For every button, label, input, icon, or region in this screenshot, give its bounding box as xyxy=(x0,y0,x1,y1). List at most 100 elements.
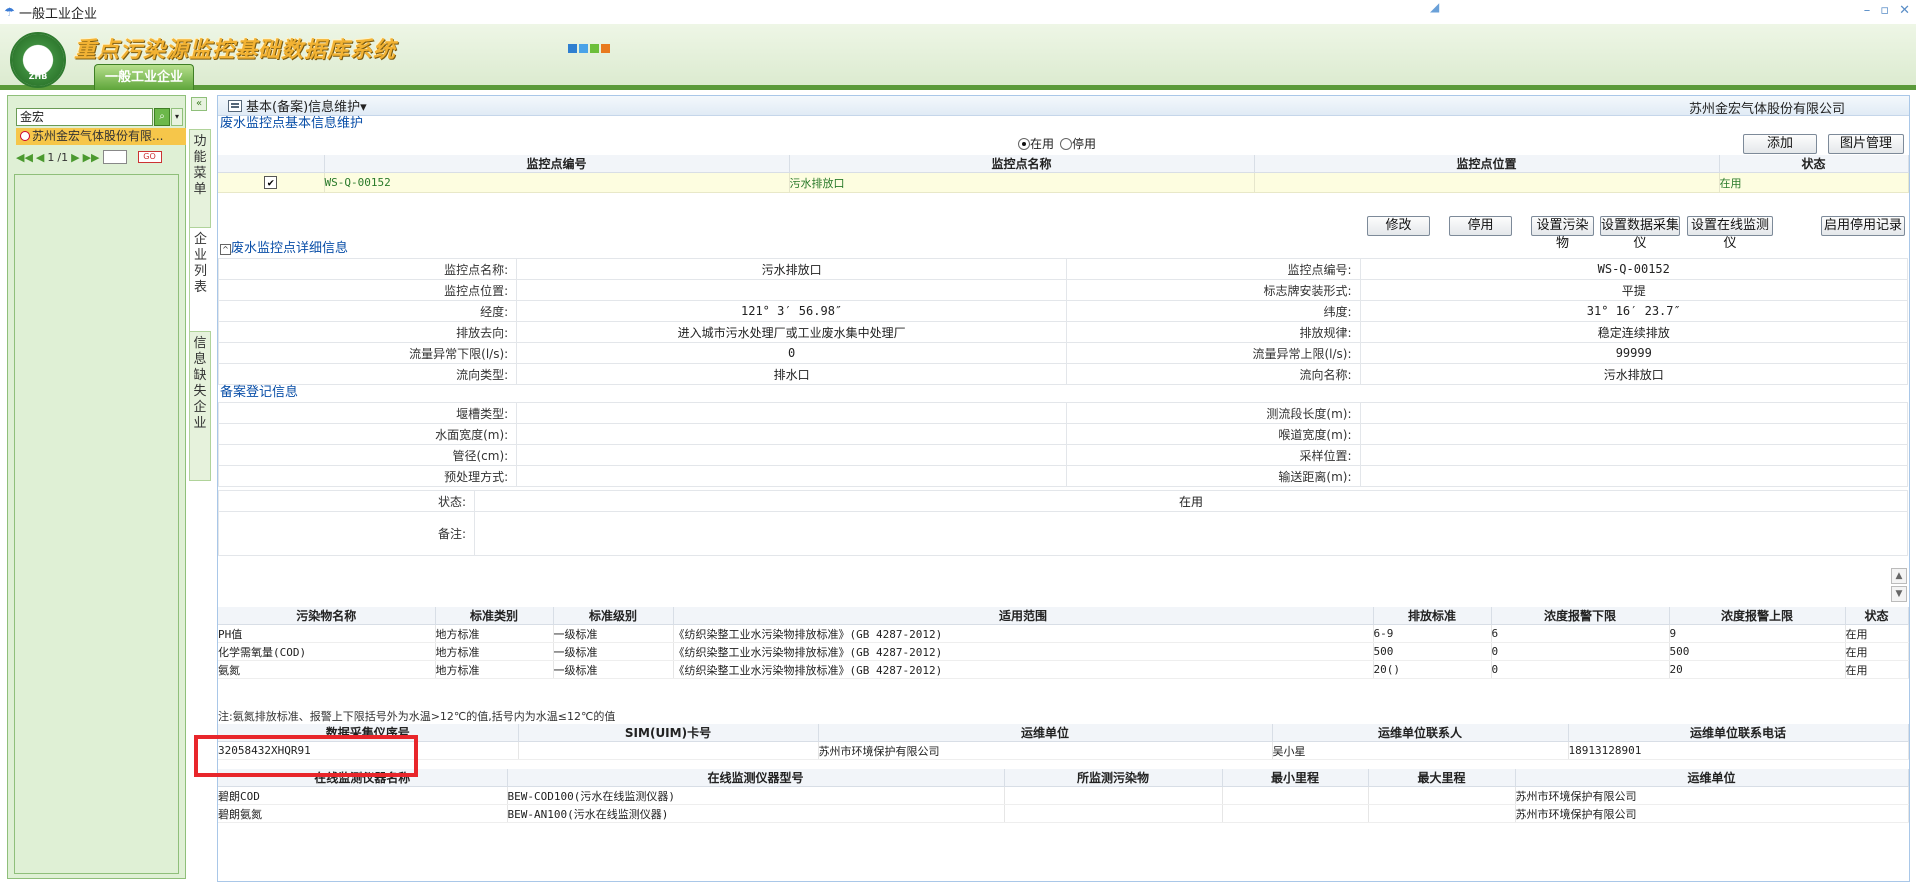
radio-label: 停用 xyxy=(1072,137,1097,151)
column-header xyxy=(218,155,325,173)
field-label: 测流段长度(m): xyxy=(1065,402,1361,424)
tab-general-industry[interactable]: 一般工业企业 xyxy=(94,64,194,90)
tab-function-menu[interactable]: 功能菜单 xyxy=(189,129,211,237)
table-row: 水面宽度(m): 喉道宽度(m): xyxy=(218,423,1909,445)
search-icon[interactable]: ⌕ xyxy=(154,108,170,126)
cell: 500 xyxy=(1373,642,1492,661)
field-value xyxy=(516,444,1067,466)
cell: WS-Q-00152 xyxy=(324,172,790,193)
decoration-icon: ◢ xyxy=(1430,0,1440,14)
cell: 在用 xyxy=(1845,642,1909,661)
radio-icon xyxy=(1018,138,1030,150)
radio-inactive[interactable]: 停用 xyxy=(1060,135,1096,152)
row-checkbox[interactable]: ✔ xyxy=(264,176,278,189)
tab-missing-info-companies[interactable]: 信息缺失企业 xyxy=(189,331,211,481)
collapse-icon[interactable]: « xyxy=(191,97,207,111)
scroll-down-icon[interactable]: ▼ xyxy=(1891,586,1907,602)
field-label: 排放规律: xyxy=(1065,321,1361,343)
column-header: 最大里程 xyxy=(1368,769,1516,787)
highlight-box xyxy=(194,735,418,777)
field-label: 监控点名称: xyxy=(218,258,518,280)
table-row[interactable]: 氨氮 地方标准 一级标准 《纺织染整工业水污染物排放标准》(GB 4287-2012)… xyxy=(218,660,1909,679)
cell xyxy=(1368,804,1516,823)
list-item[interactable]: 苏州金宏气体股份有限... xyxy=(16,128,186,145)
tab-label: 功能菜单 xyxy=(193,134,207,197)
company-search-input[interactable]: 金宏 xyxy=(16,108,153,126)
cell: 地方标准 xyxy=(435,624,554,643)
main-header-title[interactable]: 基本(备案)信息维护▾ xyxy=(246,96,367,115)
field-label: 经度: xyxy=(218,300,518,322)
column-header: 适用范围 xyxy=(673,607,1374,625)
column-header: 浓度报警上限 xyxy=(1669,607,1846,625)
field-label: 预处理方式: xyxy=(218,465,518,487)
detail-title[interactable]: ^ 废水监控点详细信息 xyxy=(218,241,348,257)
restore-icon[interactable]: ▫ xyxy=(1880,3,1889,18)
page-number-input[interactable] xyxy=(102,150,127,164)
skin-swatch[interactable] xyxy=(568,44,577,53)
main-header: 基本(备案)信息维护▾ 苏州金宏气体股份有限公司 xyxy=(218,96,1909,117)
set-pollutant-button[interactable]: 设置污染物 xyxy=(1531,216,1594,251)
collapse-icon[interactable]: ^ xyxy=(220,244,231,255)
cell: 污水排放口 xyxy=(789,172,1255,193)
main-panel: 基本(备案)信息维护▾ 苏州金宏气体股份有限公司 废水监控点基本信息维护 在用 … xyxy=(217,95,1910,882)
field-value: 31° 16′ 23.7″ xyxy=(1359,300,1909,322)
next-page-icon[interactable]: ▶ xyxy=(71,151,79,164)
cell: 碧朗氨氮 xyxy=(218,804,508,823)
skin-swatch[interactable] xyxy=(579,44,588,53)
cell xyxy=(1004,804,1223,823)
minimize-icon[interactable]: – xyxy=(1864,3,1871,18)
table-row: 监控点位置: 标志牌安装形式: 平提 xyxy=(218,279,1909,301)
add-button[interactable]: 添加 xyxy=(1743,134,1817,154)
column-header: 运维单位联系人 xyxy=(1272,724,1569,742)
app-icon: ☂ xyxy=(4,5,15,19)
cell: 《纺织染整工业水污染物排放标准》(GB 4287-2012) xyxy=(673,624,1374,643)
chevron-down-icon[interactable]: ▾ xyxy=(171,108,183,126)
skin-swatch[interactable] xyxy=(590,44,599,53)
last-page-icon[interactable]: ▶▶ xyxy=(83,151,100,164)
skin-selector[interactable] xyxy=(568,44,610,53)
column-header: 浓度报警下限 xyxy=(1491,607,1670,625)
table-row[interactable]: 碧朗COD BEW-COD100(污水在线监测仪器) 苏州市环境保护有限公司 xyxy=(218,786,1909,805)
field-value: 污水排放口 xyxy=(1359,363,1909,385)
table-row[interactable]: PH值 地方标准 一级标准 《纺织染整工业水污染物排放标准》(GB 4287-2012… xyxy=(218,624,1909,643)
field-value: 0 xyxy=(516,342,1067,364)
remark-textarea[interactable] xyxy=(474,511,1908,556)
field-value xyxy=(1359,444,1909,466)
status-label: 状态: xyxy=(218,490,475,512)
radio-active[interactable]: 在用 xyxy=(1018,135,1054,152)
column-header: 最小里程 xyxy=(1222,769,1369,787)
table-row: 排放去向: 进入城市污水处理厂或工业废水集中处理厂 排放规律: 稳定连续排放 xyxy=(218,321,1909,343)
cell: 苏州市环境保护有限公司 xyxy=(818,741,1273,760)
edit-button[interactable]: 修改 xyxy=(1367,216,1430,236)
set-collector-button[interactable]: 设置数据采集仪 xyxy=(1600,216,1680,251)
disable-button[interactable]: 停用 xyxy=(1449,216,1512,236)
close-icon[interactable]: ✕ xyxy=(1899,3,1910,18)
tab-company-list[interactable]: 企业列表 xyxy=(189,227,211,337)
enable-disable-log-button[interactable]: 启用停用记录 xyxy=(1821,216,1905,236)
field-value: 稳定连续排放 xyxy=(1359,321,1909,343)
scroll-up-icon[interactable]: ▲ xyxy=(1891,568,1907,584)
cell xyxy=(1368,786,1516,805)
table-row[interactable]: 化学需氧量(COD) 地方标准 一级标准 《纺织染整工业水污染物排放标准》(GB 42… xyxy=(218,642,1909,661)
field-label: 监控点位置: xyxy=(218,279,518,301)
column-header: 状态 xyxy=(1719,155,1909,173)
first-page-icon[interactable]: ◀◀ xyxy=(16,151,33,164)
image-manage-button[interactable]: 图片管理 xyxy=(1828,134,1904,154)
table-row[interactable]: ✔ WS-Q-00152 污水排放口 在用 xyxy=(218,172,1909,193)
detail-title-text: 废水监控点详细信息 xyxy=(231,241,349,256)
table-row: 经度: 121° 3′ 56.98″ 纬度: 31° 16′ 23.7″ xyxy=(218,300,1909,322)
cell: 吴小星 xyxy=(1272,741,1569,760)
column-header: 标准级别 xyxy=(553,607,674,625)
cell: 9 xyxy=(1669,624,1846,643)
column-header: 运维单位 xyxy=(818,724,1273,742)
go-page-button[interactable]: GO xyxy=(137,151,162,163)
prev-page-icon[interactable]: ◀ xyxy=(36,151,44,164)
list-item-label: 苏州金宏气体股份有限... xyxy=(32,129,164,143)
table-row[interactable]: 32058432XHQR91 苏州市环境保护有限公司 吴小星 18913128901 xyxy=(218,741,1909,760)
table-row[interactable]: 碧朗氨氮 BEW-AN100(污水在线监测仪器) 苏州市环境保护有限公司 xyxy=(218,804,1909,823)
table-header: 在线监测仪器名称 在线监测仪器型号 所监测污染物 最小里程 最大里程 运维单位 xyxy=(218,769,1909,787)
radio-icon xyxy=(20,131,30,141)
left-panel: 金宏 ⌕ ▾ 苏州金宏气体股份有限... ◀◀ ◀ 1 /1 ▶ ▶▶ GO xyxy=(7,95,186,879)
set-online-monitor-button[interactable]: 设置在线监测仪 xyxy=(1687,216,1773,251)
skin-swatch[interactable] xyxy=(601,44,610,53)
